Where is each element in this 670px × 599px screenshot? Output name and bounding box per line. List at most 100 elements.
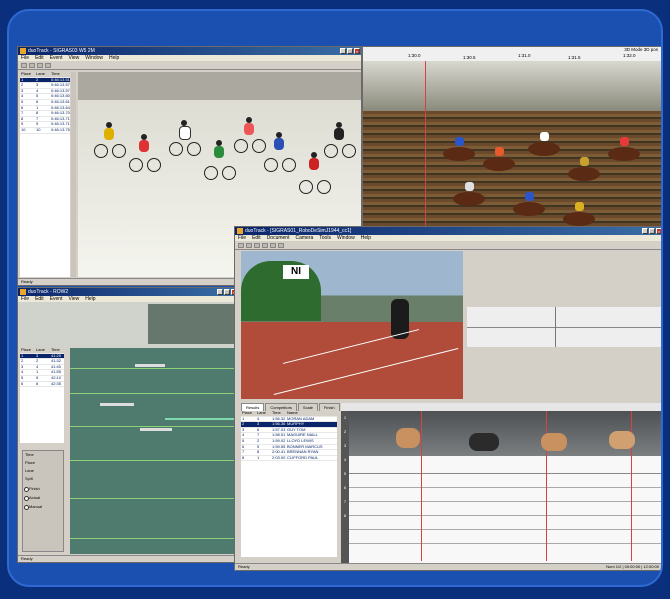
table-cell: 5 <box>36 374 39 380</box>
menu-item[interactable]: Camera <box>295 235 313 241</box>
tick-label: 1:31.5 <box>568 55 581 60</box>
close-button[interactable]: × <box>354 48 360 54</box>
option-radio[interactable]: Manual <box>23 503 63 510</box>
minimize-button[interactable]: _ <box>340 48 346 54</box>
results-table: Place Lane Time 1 2 0:46:13.51 2 3 0:46:13.57 3 4 0… <box>20 72 70 277</box>
option-radio[interactable]: Actual <box>23 494 63 501</box>
athlete <box>469 433 499 451</box>
option-radio[interactable]: Finish <box>23 485 63 492</box>
lane-label: 3 <box>343 443 347 448</box>
table-cell: 42:10 <box>51 374 62 380</box>
finish-line[interactable] <box>421 411 422 561</box>
toolbar-button[interactable] <box>270 242 276 248</box>
menu-item[interactable]: Window <box>337 235 355 241</box>
menu-item[interactable]: Edit <box>252 235 261 241</box>
menu-item[interactable]: Help <box>109 55 119 61</box>
tick-label: 1:32.0 <box>623 53 636 58</box>
table-cell: 6 <box>36 380 39 386</box>
table-row[interactable]: 8 1 2:03.00 CLIFFORD PAUL <box>241 454 337 462</box>
tick-label: 1:31.0 <box>518 53 531 58</box>
toolbar-button[interactable] <box>21 62 27 68</box>
runner-vest <box>241 261 321 321</box>
column-header[interactable]: Place <box>241 411 256 416</box>
rowing-photo <box>70 348 238 554</box>
menu-item[interactable]: Event <box>50 55 63 61</box>
column-header[interactable]: Name <box>286 411 327 416</box>
toolbar-button[interactable] <box>278 242 284 248</box>
control-panel: Time Place Lane Split Finish Actual Manual <box>22 450 64 552</box>
race-bib: NI <box>283 265 309 279</box>
table-cell: 1:59.02 <box>272 437 286 443</box>
mode-label: 3D Mode 3D pos <box>624 47 658 52</box>
time-axis: 1:30.0 1:30.5 1:31.0 1:31.5 1:32.0 3D Mo… <box>363 47 661 61</box>
app-icon <box>20 289 26 295</box>
column-header[interactable]: Lane <box>35 348 50 353</box>
horse <box>563 212 595 226</box>
column-header[interactable]: Lane <box>35 72 50 77</box>
jockey <box>580 157 589 166</box>
table-cell: 2:03.00 <box>272 454 286 460</box>
close-button[interactable]: × <box>656 228 661 234</box>
toolbar-button[interactable] <box>29 62 35 68</box>
table-cell: 6 <box>36 98 39 104</box>
tab-scale[interactable]: Scale <box>297 403 318 411</box>
athlete <box>609 431 635 449</box>
toolbar-button[interactable] <box>45 62 51 68</box>
column-header[interactable]: Place <box>20 72 35 77</box>
horse <box>528 142 560 156</box>
lane-label: 8 <box>343 513 347 518</box>
lane-label: 2 <box>343 429 347 434</box>
menu-item[interactable]: Tools <box>319 235 331 241</box>
table-row[interactable]: 10 10 0:46:13.75 <box>20 126 70 134</box>
status-bar: Ready Num 1/2 | 00:00:00 | 12:00:00 <box>235 563 661 570</box>
minimize-button[interactable]: _ <box>642 228 648 234</box>
panel-label: Place <box>25 460 36 465</box>
menu-item[interactable]: Edit <box>35 55 44 61</box>
column-header[interactable]: Time <box>271 411 286 416</box>
menu-item[interactable]: File <box>238 235 246 241</box>
tick-label: 1:30.0 <box>408 53 421 58</box>
tab-results[interactable]: Results <box>241 403 265 411</box>
window-title: duoTrack - ROW2 <box>28 289 69 295</box>
scrollbar[interactable] <box>71 72 76 277</box>
table-cell: 0:46:13.61 <box>51 98 70 104</box>
tab-finish[interactable]: Finish <box>318 403 340 411</box>
lane-label: 6 <box>343 485 347 490</box>
horse <box>568 167 600 181</box>
window-title: duoTrack - [SIGRAS01_RoboDeSimJ1944_cc1] <box>245 228 352 234</box>
title-bar: duoTrack - SIGRAS03 W5 2M _ □ × <box>18 47 361 55</box>
column-header[interactable]: Time <box>50 348 64 353</box>
lane-label: 5 <box>343 471 347 476</box>
stands <box>363 61 661 111</box>
athletics-photo: NI <box>241 251 463 399</box>
horse <box>483 157 515 171</box>
tab-competitors[interactable]: Competitors <box>265 403 297 411</box>
menu-item[interactable]: View <box>68 55 79 61</box>
maximize-button[interactable]: □ <box>224 289 230 295</box>
toolbar-button[interactable] <box>262 242 268 248</box>
column-header[interactable]: Lane <box>256 411 271 416</box>
table-cell: 10 <box>36 126 41 132</box>
menu-item[interactable]: File <box>21 55 29 61</box>
jockey <box>525 192 534 201</box>
toolbar-button[interactable] <box>238 242 244 248</box>
minimize-button[interactable]: _ <box>217 289 223 295</box>
menu-item[interactable]: Help <box>361 235 371 241</box>
toolbar-button[interactable] <box>246 242 252 248</box>
maximize-button[interactable]: □ <box>347 48 353 54</box>
table-cell: CLIFFORD PAUL <box>287 454 319 460</box>
toolbar-button[interactable] <box>254 242 260 248</box>
maximize-button[interactable]: □ <box>649 228 655 234</box>
collage-frame: duoTrack - SIGRAS03 W5 2M _ □ × File Edit Ev… <box>7 9 663 587</box>
menu-item[interactable]: Window <box>85 55 103 61</box>
toolbar-button[interactable] <box>37 62 43 68</box>
boat <box>100 403 134 406</box>
table-cell: 5 <box>21 374 24 380</box>
table-row[interactable]: 6 6 42:35 <box>20 380 64 388</box>
column-header[interactable]: Place <box>20 348 35 353</box>
boat <box>140 428 172 431</box>
column-header[interactable]: Time <box>50 72 65 77</box>
menu-item[interactable]: Document <box>267 235 290 241</box>
status-bar: Ready <box>18 555 238 562</box>
overview-image <box>148 304 236 344</box>
